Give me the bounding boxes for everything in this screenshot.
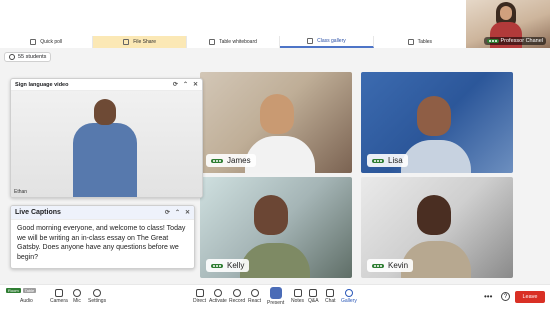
camera-button[interactable]: Camera xyxy=(50,289,68,304)
caption-text: Good morning everyone, and welcome to cl… xyxy=(17,225,186,261)
name-tag: Kelly xyxy=(206,259,250,272)
collapse-icon[interactable]: ⌃ xyxy=(183,81,188,88)
notes-button[interactable]: Notes xyxy=(291,289,304,304)
speaking-indicator-icon xyxy=(211,263,223,268)
chat-icon xyxy=(326,289,335,297)
captions-header: Live Captions ⟳ ⌃ ✕ xyxy=(11,206,194,220)
whiteboard-icon xyxy=(209,39,216,45)
activate-icon xyxy=(213,289,222,297)
student-tile-james[interactable]: James xyxy=(200,72,352,173)
camera-icon xyxy=(54,289,63,297)
present-button[interactable]: Present xyxy=(267,287,284,306)
close-icon[interactable]: ✕ xyxy=(185,209,190,216)
live-captions-panel[interactable]: Live Captions ⟳ ⌃ ✕ Good morning everyon… xyxy=(10,205,195,269)
speaking-indicator-icon xyxy=(372,158,384,163)
student-tile-kelly[interactable]: Kelly xyxy=(200,177,352,278)
sign-panel-header: Sign language video ⟳ ⌃ ✕ xyxy=(11,79,202,91)
sign-language-video: Ethan xyxy=(11,91,202,197)
tab-quick-poll[interactable]: Quick poll xyxy=(0,36,94,48)
students-count-button[interactable]: 55 students xyxy=(4,52,52,62)
close-icon[interactable]: ✕ xyxy=(193,81,198,88)
tab-class-gallery[interactable]: Class gallery xyxy=(280,36,374,48)
qa-icon xyxy=(309,289,318,297)
mic-icon xyxy=(73,289,81,297)
poll-icon xyxy=(30,39,37,45)
settings-button[interactable]: Settings xyxy=(88,289,106,304)
help-button[interactable]: ? xyxy=(501,292,510,301)
gallery-globe-icon xyxy=(344,289,353,297)
present-icon xyxy=(269,287,282,299)
user-icon xyxy=(9,54,15,60)
presenter-name-tag: Professor Chanel xyxy=(483,37,546,45)
tables-icon xyxy=(407,39,414,45)
audio-button[interactable]: Audio xyxy=(20,298,33,304)
record-button[interactable]: Record xyxy=(229,289,245,304)
tab-tables[interactable]: Tables xyxy=(374,36,466,48)
qa-button[interactable]: Q&A xyxy=(308,289,319,304)
activate-button[interactable]: Activate xyxy=(209,289,227,304)
speaking-indicator-icon xyxy=(372,263,384,268)
room-table-badge[interactable]: Room Table xyxy=(6,288,37,293)
speaking-indicator-icon xyxy=(211,158,223,163)
speaking-indicator-icon xyxy=(486,39,499,43)
gallery-button[interactable]: Gallery xyxy=(341,289,357,304)
popout-icon[interactable]: ⟳ xyxy=(173,81,178,88)
direct-button[interactable]: Direct xyxy=(193,289,206,304)
tab-bar: Quick poll File Share Table whiteboard C… xyxy=(0,36,466,48)
name-tag: Lisa xyxy=(367,154,408,167)
react-icon xyxy=(250,289,259,297)
file-share-icon xyxy=(123,39,130,45)
student-tile-kevin[interactable]: Kevin xyxy=(361,177,513,278)
notes-icon xyxy=(293,289,302,297)
gear-icon xyxy=(93,289,102,297)
direct-icon xyxy=(195,289,204,297)
tab-table-whiteboard[interactable]: Table whiteboard xyxy=(187,36,281,48)
leave-button[interactable]: Leave xyxy=(515,291,545,303)
react-button[interactable]: React xyxy=(248,289,261,304)
sign-language-panel[interactable]: Sign language video ⟳ ⌃ ✕ Ethan xyxy=(10,78,203,198)
record-icon xyxy=(233,289,242,297)
more-options-button[interactable]: ••• xyxy=(484,292,492,301)
chat-button[interactable]: Chat xyxy=(325,289,336,304)
collapse-icon[interactable]: ⌃ xyxy=(175,209,180,216)
tab-file-share[interactable]: File Share xyxy=(93,36,187,48)
name-tag: Kevin xyxy=(367,259,414,272)
gallery-icon xyxy=(307,38,314,44)
mic-button[interactable]: Mic xyxy=(73,289,81,304)
control-bar: Room Table Audio Camera Mic Settings Dir… xyxy=(0,284,550,309)
presenter-video[interactable]: Professor Chanel xyxy=(466,0,550,48)
student-tile-lisa[interactable]: Lisa xyxy=(361,72,513,173)
popout-icon[interactable]: ⟳ xyxy=(165,209,170,216)
name-tag: James xyxy=(206,154,256,167)
